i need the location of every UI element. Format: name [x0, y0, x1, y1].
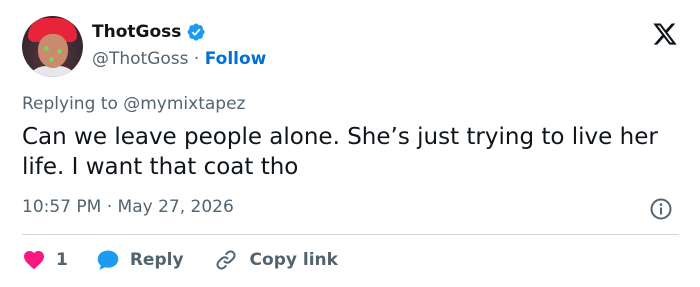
handle-separator: · — [193, 49, 200, 69]
tweet-time: 10:57 PM — [22, 197, 102, 217]
x-logo-icon[interactable] — [652, 21, 678, 47]
reply-button[interactable]: Reply — [96, 248, 184, 272]
author-display-name[interactable]: ThotGoss — [92, 22, 181, 42]
author-name-row: ThotGoss — [92, 22, 206, 42]
heart-icon — [24, 251, 44, 270]
info-icon[interactable] — [649, 197, 673, 221]
follow-button[interactable]: Follow — [205, 49, 267, 69]
author-handle-row: @ThotGoss · Follow — [92, 49, 266, 69]
reply-label: Reply — [129, 250, 184, 270]
like-count: 1 — [56, 250, 68, 270]
replying-prefix: Replying to — [22, 94, 118, 114]
tweet-timestamp[interactable]: 10:57 PM · May 27, 2026 — [22, 197, 234, 217]
replying-to: Replying to @mymixtapez — [22, 94, 245, 114]
copy-link-button[interactable]: Copy link — [214, 248, 338, 272]
author-handle[interactable]: @ThotGoss — [92, 49, 189, 69]
copy-link-label: Copy link — [249, 250, 338, 270]
replying-handle[interactable]: @mymixtapez — [123, 94, 245, 114]
speech-bubble-icon — [97, 250, 119, 270]
tweet-date: May 27, 2026 — [117, 197, 234, 217]
tweet-text: Can we leave people alone. She’s just tr… — [22, 124, 658, 180]
avatar[interactable] — [22, 16, 83, 77]
like-button[interactable]: 1 — [22, 248, 68, 272]
action-bar: 1 Reply Copy link — [22, 246, 338, 274]
divider — [22, 234, 679, 235]
link-icon — [215, 250, 236, 270]
timestamp-separator: · — [106, 197, 113, 217]
verified-badge-icon — [187, 23, 205, 41]
